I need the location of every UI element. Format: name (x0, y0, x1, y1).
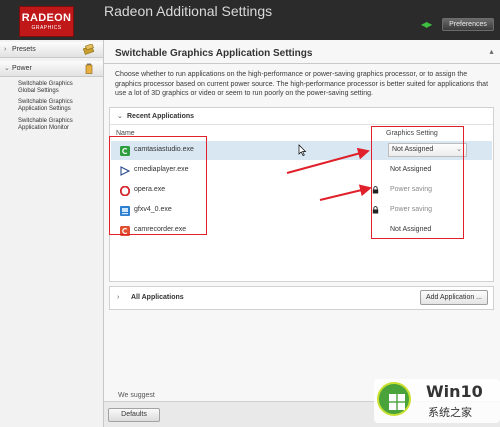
sidebar-item-application-monitor[interactable]: Switchable Graphics Application Monitor (18, 118, 98, 132)
preferences-button[interactable]: Preferences (442, 18, 494, 31)
mouse-cursor-icon (298, 144, 307, 156)
annotation-box-app-names (109, 136, 207, 235)
battery-icon (85, 63, 93, 74)
defaults-button[interactable]: Defaults (108, 408, 160, 422)
logo-text: RADEON (21, 12, 72, 24)
section-label: Recent Applications (127, 113, 195, 120)
watermark-text: Win10 (426, 382, 483, 401)
chevron-down-icon: ⌄ (4, 65, 10, 72)
sidebar-section-presets[interactable]: › Presets (0, 42, 103, 58)
sidebar-section-label: Presets (12, 46, 36, 53)
sidebar-item-label: Switchable Graphics (18, 99, 73, 105)
title-bar: RADEON GRAPHICS Radeon Additional Settin… (0, 0, 500, 40)
app-title: Radeon Additional Settings (104, 3, 273, 19)
radeon-logo: RADEON GRAPHICS (19, 6, 74, 37)
chevron-down-icon: ⌄ (117, 113, 123, 120)
chevron-right-icon: › (4, 46, 7, 53)
page-title: Switchable Graphics Application Settings (115, 48, 313, 59)
page-description: Choose whether to run applications on th… (115, 71, 489, 97)
watermark-logo (377, 382, 411, 416)
all-applications-panel: › All Applications Add Application ... (109, 286, 494, 310)
all-applications-header[interactable]: › All Applications (117, 294, 184, 301)
chevron-right-icon: › (117, 294, 120, 301)
windows-logo-icon (389, 394, 405, 410)
watermark: Win10 系统之家 (374, 379, 500, 423)
sidebar-section-power[interactable]: ⌄ Power (0, 61, 103, 77)
presets-icon (83, 44, 95, 55)
sidebar-item-application-settings[interactable]: Switchable Graphics Application Settings (18, 99, 98, 113)
annotation-box-graphics-settings (371, 126, 464, 239)
suggestion-text: We suggest (118, 392, 155, 399)
sidebar-item-label: Application Monitor (18, 125, 70, 131)
sidebar-item-label: Global Settings (18, 88, 59, 94)
sidebar-section-label: Power (12, 65, 32, 72)
back-forward-icon[interactable]: ◀▶ (421, 20, 432, 29)
sidebar-item-global-settings[interactable]: Switchable Graphics Global Settings (18, 81, 98, 95)
sidebar-item-label: Switchable Graphics (18, 118, 73, 124)
sidebar: › Presets ⌄ Power Switchable Graphics Glob… (0, 40, 104, 427)
section-label: All Applications (131, 294, 184, 301)
recent-applications-header[interactable]: ⌄ Recent Applications (110, 108, 493, 125)
add-application-button[interactable]: Add Application ... (420, 290, 488, 305)
divider (104, 63, 500, 64)
logo-subtext: GRAPHICS (31, 25, 62, 31)
sidebar-item-label: Application Settings (18, 106, 71, 112)
watermark-subtext: 系统之家 (428, 406, 472, 419)
sidebar-item-label: Switchable Graphics (18, 81, 73, 87)
scroll-up-icon[interactable]: ▴ (487, 47, 496, 57)
